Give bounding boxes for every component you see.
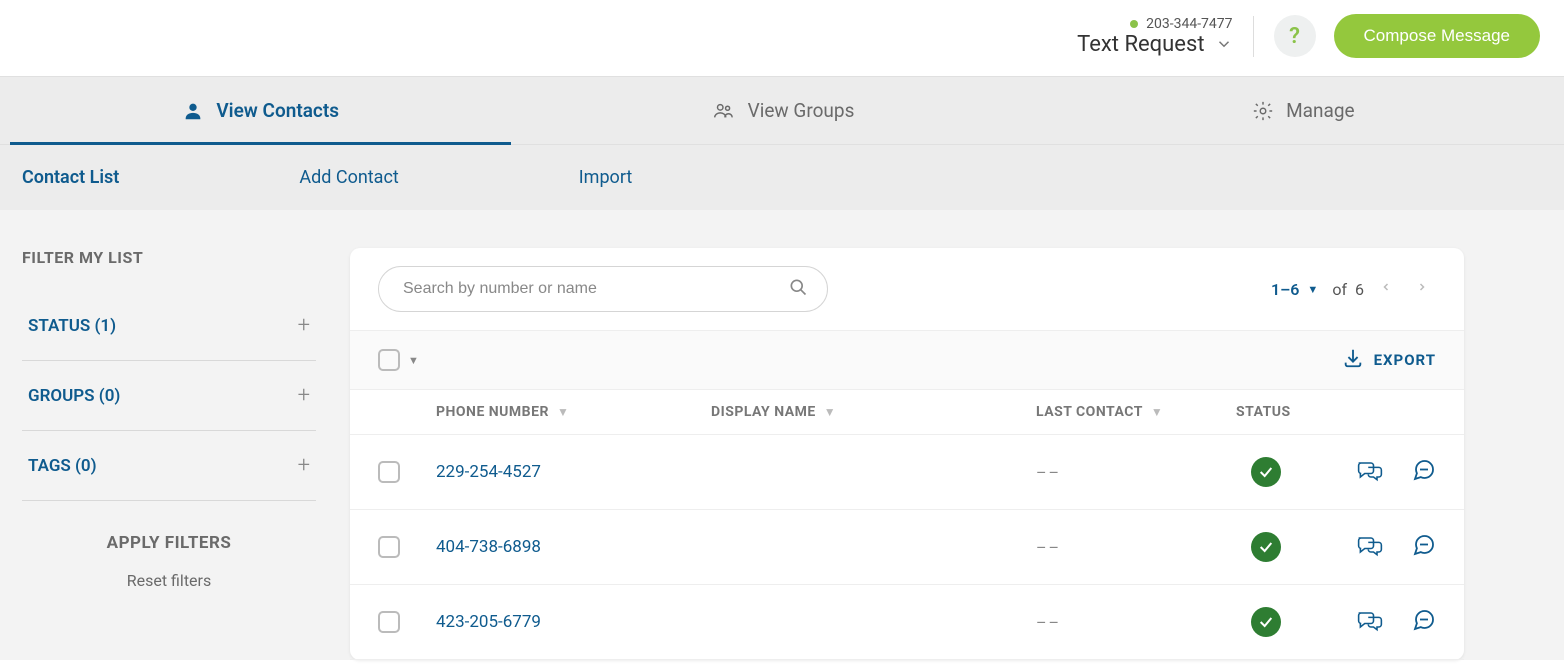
filter-label: GROUPS (0) <box>28 386 120 406</box>
col-header-phone[interactable]: PHONE NUMBER ▼ <box>436 404 711 420</box>
download-icon <box>1342 347 1364 373</box>
row-status <box>1236 607 1296 637</box>
conversation-icon[interactable] <box>1356 458 1384 486</box>
account-block: 203-344-7477 Text Request <box>1077 16 1253 57</box>
question-icon: ? <box>1289 24 1300 49</box>
conversation-icon[interactable] <box>1356 608 1384 636</box>
apply-filters-button[interactable]: APPLY FILTERS <box>22 501 316 563</box>
pagination: 1–6 ▼ of 6 <box>1271 277 1436 302</box>
sort-caret-icon: ▼ <box>1151 405 1163 419</box>
filter-section-status[interactable]: STATUS (1) + <box>22 291 316 361</box>
plus-icon: + <box>298 453 310 478</box>
tab-label: Manage <box>1286 99 1355 122</box>
header-phone: 203-344-7477 <box>1146 16 1232 32</box>
row-status <box>1236 457 1296 487</box>
chevron-down-icon <box>1215 35 1233 53</box>
export-label: EXPORT <box>1374 351 1436 369</box>
online-dot-icon <box>1130 20 1138 28</box>
column-headers: PHONE NUMBER ▼ DISPLAY NAME ▼ LAST CONTA… <box>350 390 1464 435</box>
contacts-panel: 1–6 ▼ of 6 ▼ EXPORT <box>350 248 1464 660</box>
reset-filters-link[interactable]: Reset filters <box>22 563 316 598</box>
page-total: 6 <box>1355 280 1364 299</box>
gear-icon <box>1252 100 1274 122</box>
tab-manage[interactable]: Manage <box>1043 77 1564 144</box>
export-button[interactable]: EXPORT <box>1342 347 1436 373</box>
table-action-row: ▼ EXPORT <box>350 330 1464 390</box>
caret-down-icon[interactable]: ▼ <box>408 354 419 367</box>
main-tabs: View Contacts View Groups Manage <box>0 76 1564 145</box>
tab-view-contacts[interactable]: View Contacts <box>0 77 521 144</box>
conversation-icon[interactable] <box>1356 533 1384 561</box>
table-row: 404-738-6898 –– <box>350 510 1464 585</box>
tab-view-groups[interactable]: View Groups <box>521 77 1042 144</box>
row-checkbox[interactable] <box>378 536 400 558</box>
phone-line: 203-344-7477 <box>1130 16 1232 32</box>
search-input[interactable] <box>378 266 828 312</box>
subtab-import[interactable]: Import <box>579 145 632 210</box>
row-status <box>1236 532 1296 562</box>
message-icon[interactable] <box>1412 458 1436 486</box>
of-label: of <box>1332 280 1347 299</box>
search-icon <box>788 277 808 301</box>
page-prev-button[interactable] <box>1372 277 1400 302</box>
filter-section-groups[interactable]: GROUPS (0) + <box>22 361 316 431</box>
help-button[interactable]: ? <box>1274 15 1316 57</box>
search-wrap <box>378 266 828 312</box>
sort-caret-icon: ▼ <box>824 405 836 419</box>
row-checkbox[interactable] <box>378 611 400 633</box>
plus-icon: + <box>298 383 310 408</box>
filter-title: FILTER MY LIST <box>22 248 316 267</box>
sort-caret-icon: ▼ <box>557 405 569 419</box>
caret-down-icon[interactable]: ▼ <box>1307 283 1318 296</box>
col-header-last-contact[interactable]: LAST CONTACT ▼ <box>1036 404 1236 420</box>
table-row: 423-205-6779 –– <box>350 585 1464 660</box>
row-phone-number[interactable]: 404-738-6898 <box>436 537 711 557</box>
filter-label: TAGS (0) <box>28 456 97 476</box>
filter-label: STATUS (1) <box>28 316 116 336</box>
row-checkbox[interactable] <box>378 461 400 483</box>
plus-icon: + <box>298 313 310 338</box>
row-last-contact: –– <box>1036 538 1236 557</box>
people-icon <box>710 100 736 122</box>
compose-message-button[interactable]: Compose Message <box>1334 14 1540 58</box>
tab-label: View Contacts <box>216 99 339 122</box>
status-ok-icon <box>1251 607 1281 637</box>
table-row: 229-254-4527 –– <box>350 435 1464 510</box>
row-last-contact: –– <box>1036 463 1236 482</box>
subtab-contact-list[interactable]: Contact List <box>22 145 119 210</box>
page-next-button[interactable] <box>1408 277 1436 302</box>
row-actions <box>1356 533 1436 561</box>
col-header-status: STATUS <box>1236 404 1386 420</box>
message-icon[interactable] <box>1412 608 1436 636</box>
row-actions <box>1356 608 1436 636</box>
select-all-checkbox[interactable] <box>378 349 400 371</box>
row-phone-number[interactable]: 423-205-6779 <box>436 612 711 632</box>
account-name: Text Request <box>1077 32 1204 57</box>
top-header: 203-344-7477 Text Request ? Compose Mess… <box>0 0 1564 76</box>
content-area: FILTER MY LIST STATUS (1) + GROUPS (0) +… <box>0 210 1564 660</box>
page-range[interactable]: 1–6 <box>1271 280 1299 299</box>
message-icon[interactable] <box>1412 533 1436 561</box>
person-icon <box>182 100 204 122</box>
status-ok-icon <box>1251 532 1281 562</box>
filter-sidebar: FILTER MY LIST STATUS (1) + GROUPS (0) +… <box>0 248 326 660</box>
account-dropdown[interactable]: Text Request <box>1077 32 1232 57</box>
status-ok-icon <box>1251 457 1281 487</box>
subtab-add-contact[interactable]: Add Contact <box>299 145 398 210</box>
row-last-contact: –– <box>1036 613 1236 632</box>
filter-section-tags[interactable]: TAGS (0) + <box>22 431 316 501</box>
row-actions <box>1356 458 1436 486</box>
sub-tabs: Contact List Add Contact Import <box>0 145 1564 210</box>
panel-top: 1–6 ▼ of 6 <box>350 248 1464 330</box>
col-header-name[interactable]: DISPLAY NAME ▼ <box>711 404 1036 420</box>
tab-label: View Groups <box>748 99 855 122</box>
row-phone-number[interactable]: 229-254-4527 <box>436 462 711 482</box>
